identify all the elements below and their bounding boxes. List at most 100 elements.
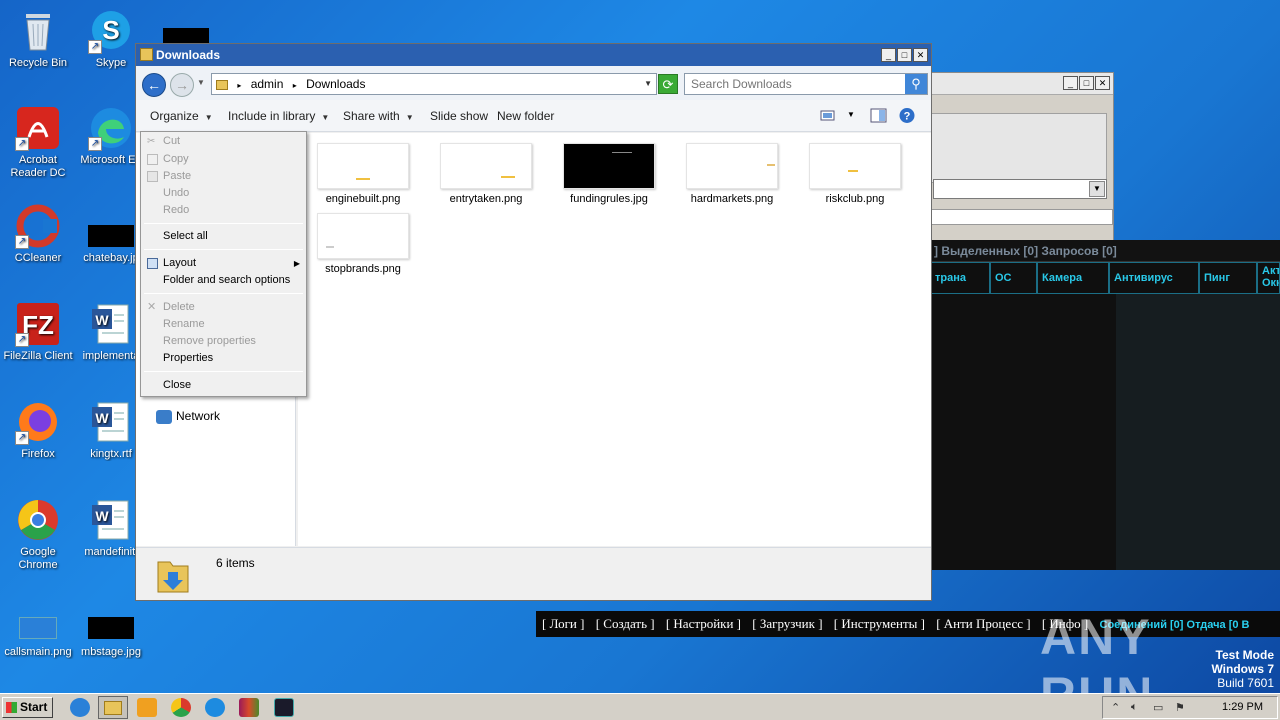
maximize-icon[interactable]: □: [1079, 76, 1094, 90]
image-thumbnail: [317, 213, 409, 259]
menu-item-layout[interactable]: Layout ▶: [141, 255, 306, 272]
menu-item-folder-options[interactable]: Folder and search options: [141, 272, 306, 289]
include-in-library-button[interactable]: Include in library ▼: [228, 109, 329, 123]
clock[interactable]: 1:29 PM: [1222, 701, 1263, 713]
app-icon[interactable]: [274, 698, 294, 717]
console-menu-logs[interactable]: [ Логи ]: [542, 616, 584, 631]
menu-item-redo[interactable]: Redo: [141, 202, 306, 219]
console-menu-tools[interactable]: [ Инструменты ]: [834, 616, 925, 631]
back-button[interactable]: ←: [142, 73, 166, 97]
console-grid: [1116, 294, 1280, 570]
menu-item-select-all[interactable]: Select all: [141, 228, 306, 245]
new-folder-button[interactable]: New folder: [497, 109, 554, 123]
file-item[interactable]: fundingrules.jpg: [554, 143, 664, 205]
desktop-icon-ccleaner[interactable]: ↗ CCleaner: [0, 203, 76, 265]
menu-item-delete[interactable]: ✕ Delete: [141, 299, 306, 316]
folder-icon: [140, 48, 153, 61]
desktop-icon-filezilla[interactable]: FZ ↗ FileZilla Client: [0, 301, 76, 363]
winrar-icon[interactable]: [239, 698, 259, 717]
slide-show-button[interactable]: Slide show: [430, 109, 488, 123]
console-menu-settings[interactable]: [ Настройки ]: [666, 616, 741, 631]
background-window-titlebar[interactable]: _ □ ✕: [931, 73, 1113, 95]
chevron-down-icon[interactable]: ▼: [1089, 181, 1105, 197]
recycle-bin-icon: [15, 8, 61, 54]
scissors-icon: ✂: [147, 136, 156, 147]
column-header[interactable]: Акт Окн: [1257, 262, 1280, 294]
search-box[interactable]: ⚲: [684, 73, 928, 95]
organize-button[interactable]: Organize ▼: [150, 109, 213, 123]
column-header[interactable]: Пинг: [1199, 262, 1257, 294]
menu-item-paste[interactable]: Paste: [141, 168, 306, 185]
menu-item-remove-properties[interactable]: Remove properties: [141, 333, 306, 350]
preview-pane-icon[interactable]: [870, 107, 888, 124]
chrome-icon[interactable]: [171, 698, 191, 717]
desktop-icon-chrome[interactable]: Google Chrome: [0, 497, 76, 572]
file-item[interactable]: enginebuilt.png: [308, 143, 418, 205]
command-bar: Organize ▼ Include in library ▼ Share with…: [136, 100, 931, 132]
search-icon[interactable]: ⚲: [905, 74, 927, 94]
column-header[interactable]: трана: [930, 262, 990, 294]
forward-button[interactable]: →: [170, 73, 194, 97]
menu-item-rename[interactable]: Rename: [141, 316, 306, 333]
minimize-button[interactable]: _: [881, 48, 896, 62]
file-item[interactable]: stopbrands.png: [308, 213, 418, 275]
chevron-down-icon[interactable]: ▼: [847, 110, 865, 127]
change-view-icon[interactable]: [819, 107, 837, 124]
recent-pages-icon[interactable]: ▼: [197, 78, 205, 87]
network-icon[interactable]: ▭: [1153, 701, 1163, 714]
minimize-icon[interactable]: _: [1063, 76, 1078, 90]
address-bar[interactable]: ▸ admin ▸ Downloads ▼: [211, 73, 657, 95]
edge-icon[interactable]: [205, 698, 225, 717]
explorer-titlebar[interactable]: Downloads _ □ ✕: [136, 44, 931, 66]
show-hidden-icons-icon[interactable]: ⌃: [1111, 701, 1120, 714]
column-header[interactable]: ОС: [990, 262, 1037, 294]
start-button[interactable]: Start: [2, 697, 53, 718]
breadcrumb-arrow-icon[interactable]: ▸: [237, 81, 241, 90]
image-thumbnail: [686, 143, 778, 189]
console-menu-create[interactable]: [ Создать ]: [596, 616, 655, 631]
console-menu-loader[interactable]: [ Загрузчик ]: [752, 616, 822, 631]
background-window[interactable]: _ □ ✕ ▼: [930, 72, 1114, 242]
file-item[interactable]: hardmarkets.png: [677, 143, 787, 205]
breadcrumb-arrow-icon[interactable]: ▸: [293, 81, 297, 90]
file-name: fundingrules.jpg: [570, 193, 648, 205]
help-icon[interactable]: ?: [898, 107, 916, 124]
maximize-button[interactable]: □: [897, 48, 912, 62]
menu-item-undo[interactable]: Undo: [141, 185, 306, 202]
volume-icon[interactable]: 🔈︎: [1131, 701, 1138, 714]
menu-item-paste-label: Paste: [163, 170, 192, 182]
word-document-icon: W: [88, 497, 134, 543]
close-button[interactable]: ✕: [913, 48, 928, 62]
search-input[interactable]: [685, 74, 903, 94]
desktop-icon-acrobat[interactable]: ↗ Acrobat Reader DC: [0, 105, 76, 180]
desktop-icon-mbstage[interactable]: mbstage.jpg: [73, 597, 149, 659]
file-item[interactable]: riskclub.png: [800, 143, 910, 205]
menu-item-properties[interactable]: Properties: [141, 350, 306, 367]
column-header[interactable]: Камера: [1037, 262, 1109, 294]
refresh-button[interactable]: ⟳: [658, 74, 678, 94]
media-player-icon[interactable]: [137, 698, 157, 717]
breadcrumb-admin[interactable]: admin: [251, 77, 284, 91]
menu-item-cut[interactable]: ✂ Cut: [141, 133, 306, 150]
file-item[interactable]: entrytaken.png: [431, 143, 541, 205]
internet-explorer-icon[interactable]: [70, 698, 90, 717]
chevron-down-icon[interactable]: ▼: [644, 74, 652, 94]
console-columns: трана ОС Камера Антивирус Пинг Акт Окн: [930, 262, 1280, 294]
image-file-icon: [15, 597, 61, 643]
close-icon[interactable]: ✕: [1095, 76, 1110, 90]
desktop-icon-recycle-bin[interactable]: Recycle Bin: [0, 8, 76, 70]
submenu-arrow-icon: ▶: [293, 259, 300, 268]
console-menu-antiprocess[interactable]: [ Анти Процесс ]: [936, 616, 1030, 631]
desktop-icon-firefox[interactable]: ↗ Firefox: [0, 399, 76, 461]
share-with-button[interactable]: Share with ▼: [343, 109, 414, 123]
action-center-icon[interactable]: ⚑: [1175, 701, 1185, 714]
column-header[interactable]: Антивирус: [1109, 262, 1199, 294]
nav-item-network[interactable]: Network: [156, 409, 220, 424]
window-title: Downloads: [156, 48, 221, 62]
menu-item-copy[interactable]: Copy: [141, 151, 306, 168]
background-combobox[interactable]: ▼: [933, 179, 1107, 199]
desktop-icon-callsmain[interactable]: callsmain.png: [0, 597, 76, 659]
taskbar-explorer-active[interactable]: [98, 696, 128, 719]
menu-item-close[interactable]: Close: [141, 377, 306, 394]
breadcrumb-downloads[interactable]: Downloads: [306, 77, 365, 91]
